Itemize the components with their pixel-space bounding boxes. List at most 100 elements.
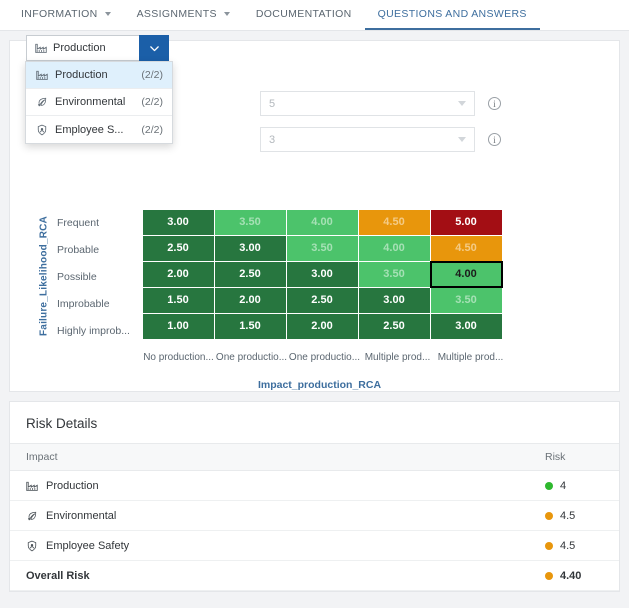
row-label: Overall Risk [26,569,90,582]
impact-value-select[interactable]: 5 [260,91,475,116]
matrix-cell[interactable]: 2.00 [213,286,287,314]
matrix-cell[interactable]: 3.50 [429,286,503,314]
column-header-risk: Risk [545,451,566,463]
table-row[interactable]: Employee Safety 4.5 [10,531,619,561]
dropdown-item-label: Employee S... [55,123,124,136]
risk-details-card: Risk Details Impact Risk Production 4 En… [9,401,620,592]
matrix-row: 2.50 3.00 3.50 4.00 4.50 [141,234,503,262]
matrix-cell[interactable]: 4.50 [357,208,431,236]
tab-label: ASSIGNMENTS [136,8,217,20]
matrix-x-axis-label: Impact_production_RCA [257,379,382,391]
matrix-cell[interactable]: 3.00 [285,260,359,288]
status-badge [545,511,553,520]
tab-information[interactable]: INFORMATION [8,0,124,30]
column-header-impact: Impact [26,451,58,463]
risk-matrix-card: Production Production (2/2) Environmenta… [9,35,620,392]
tab-questions-and-answers[interactable]: QUESTIONS AND ANSWERS [364,0,540,30]
factory-icon [26,480,38,492]
matrix-cell[interactable]: 1.00 [141,312,215,340]
matrix-cell[interactable]: 3.00 [213,234,287,262]
impact-selector-label: Production [53,42,106,54]
row-label: Production [46,479,99,492]
chevron-down-icon [223,12,230,16]
table-row[interactable]: Production 4 [10,471,619,501]
field-row-impact: 5 i [260,91,501,116]
dropdown-item-label: Environmental [55,96,126,108]
tab-assignments[interactable]: ASSIGNMENTS [124,0,243,30]
likelihood-value: 3 [269,133,276,146]
matrix-cell[interactable]: 1.50 [141,286,215,314]
matrix-col-label: Multiple prod... [364,352,431,363]
impact-selector-value-box[interactable]: Production [26,35,139,61]
matrix-cell[interactable]: 4.00 [429,260,503,288]
risk-matrix: Failure_Likelihood_RCA Frequent Probable… [10,208,619,391]
impact-selector-toggle-button[interactable] [139,35,169,61]
matrix-cell[interactable]: 1.50 [213,312,287,340]
matrix-row: 1.50 2.00 2.50 3.00 3.50 [141,286,503,314]
dropdown-item-environmental[interactable]: Environmental (2/2) [26,89,172,116]
matrix-cell[interactable]: 2.50 [285,286,359,314]
row-label: Environmental [46,509,117,522]
leaf-icon [26,510,38,522]
dropdown-item-employee-safety[interactable]: Employee S... (2/2) [26,116,172,143]
tab-documentation[interactable]: DOCUMENTATION [243,0,365,30]
factory-icon [35,42,47,54]
matrix-row-label: Highly improb... [57,324,130,337]
matrix-cell[interactable]: 2.50 [357,312,431,340]
likelihood-value-select[interactable]: 3 [260,127,475,152]
matrix-col-label: One productio... [288,352,361,363]
matrix-row: 2.00 2.50 3.00 3.50 4.00 [141,260,503,288]
matrix-row: 3.00 3.50 4.00 4.50 5.00 [141,208,503,236]
status-badge [545,541,553,550]
matrix-cell[interactable]: 3.00 [141,208,215,236]
chevron-down-icon [458,101,466,106]
matrix-row-label: Possible [57,270,97,283]
chevron-down-icon [458,137,466,142]
dropdown-item-count: (2/2) [141,69,163,81]
table-row[interactable]: Environmental 4.5 [10,501,619,531]
dropdown-item-count: (2/2) [141,123,163,136]
matrix-cell[interactable]: 4.00 [357,234,431,262]
parameter-fields: 5 i 3 i [260,91,501,163]
tab-label: INFORMATION [21,8,98,20]
matrix-row-labels: Frequent Probable Possible Improbable Hi… [57,209,142,344]
factory-icon [36,69,48,81]
matrix-cell[interactable]: 3.00 [357,286,431,314]
info-icon[interactable]: i [488,97,501,110]
matrix-cell[interactable]: 4.00 [285,208,359,236]
matrix-cell[interactable]: 2.00 [141,260,215,288]
matrix-row-label: Probable [57,243,100,256]
matrix-cell[interactable]: 5.00 [429,208,503,236]
matrix-cell[interactable]: 2.00 [285,312,359,340]
row-risk-value: 4.5 [560,509,576,522]
matrix-cell[interactable]: 3.00 [429,312,503,340]
risk-details-header: Impact Risk [10,443,619,471]
chevron-down-icon [104,12,111,16]
dropdown-item-production[interactable]: Production (2/2) [26,62,172,89]
matrix-cell[interactable]: 3.50 [357,260,431,288]
matrix-cell[interactable]: 2.50 [141,234,215,262]
matrix-cell[interactable]: 2.50 [213,260,287,288]
matrix-row-label: Frequent [57,216,100,229]
shield-icon [26,540,38,552]
risk-details-title: Risk Details [26,416,98,431]
row-risk-value: 4 [560,479,567,492]
leaf-icon [36,96,48,108]
matrix-grid: 3.00 3.50 4.00 4.50 5.00 2.50 3.00 3.50 4.00 4.50… [141,208,503,344]
tab-bar: INFORMATION ASSIGNMENTS DOCUMENTATION QU… [0,0,629,31]
status-badge [545,481,553,490]
matrix-col-label: One productio... [215,352,288,363]
info-icon[interactable]: i [488,133,501,146]
impact-selector-dropdown[interactable]: Production (2/2) Environmental (2/2) Emp… [25,61,173,144]
matrix-y-axis-label: Failure_Likelihood_RCA [38,216,50,337]
matrix-row: 1.00 1.50 2.00 2.50 3.00 [141,312,503,340]
dropdown-item-count: (2/2) [141,96,163,108]
matrix-cell[interactable]: 3.50 [213,208,287,236]
row-risk-value: 4.5 [560,539,576,552]
matrix-cell[interactable]: 3.50 [285,234,359,262]
matrix-cell[interactable]: 4.50 [429,234,503,262]
matrix-row-label: Improbable [57,297,110,310]
impact-selector[interactable]: Production [26,35,169,61]
chevron-down-icon [149,45,159,51]
shield-icon [36,124,48,136]
